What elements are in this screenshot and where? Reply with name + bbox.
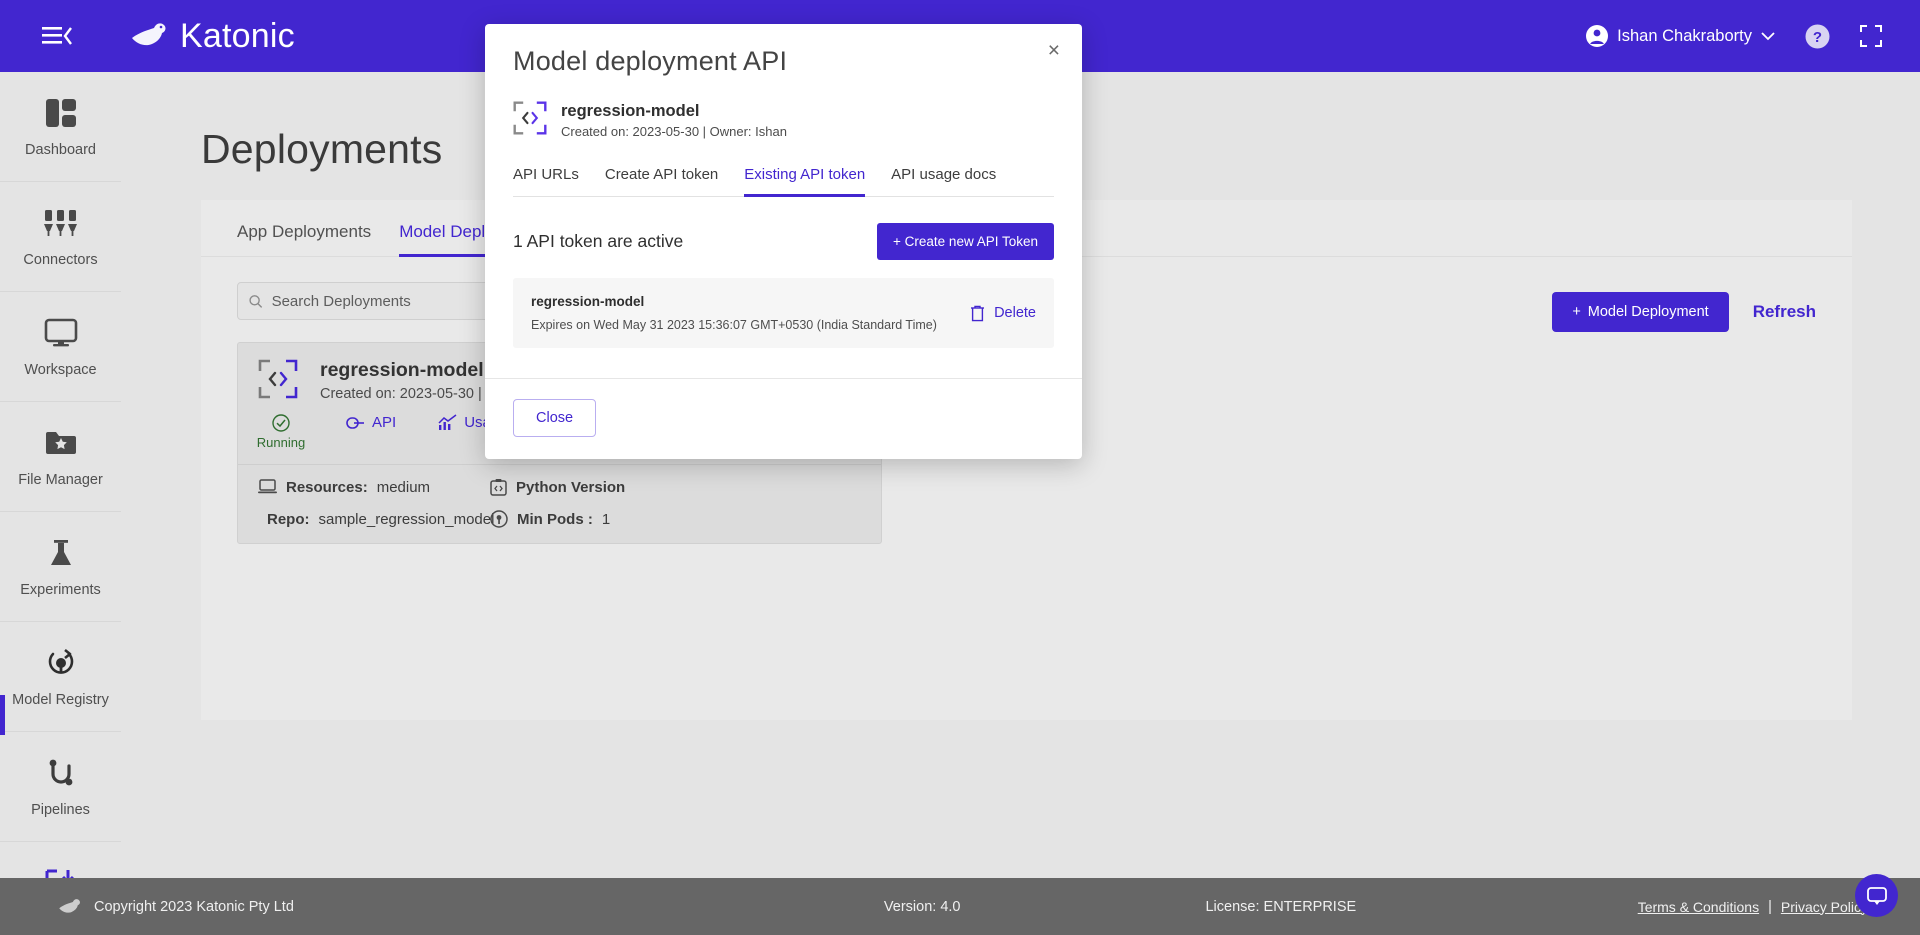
code-brackets-icon	[258, 359, 304, 404]
plus-icon: +	[1572, 304, 1581, 320]
flask-icon	[46, 535, 76, 571]
meta-min-pods: Min Pods : 1	[490, 510, 861, 528]
footer-license: License: ENTERPRISE	[1205, 898, 1357, 915]
sidebar-item-label: Workspace	[24, 362, 97, 378]
tab-create-api-token[interactable]: Create API token	[605, 166, 718, 197]
close-x-icon[interactable]: ×	[1048, 40, 1060, 61]
meta-min-pods-value: 1	[601, 510, 611, 528]
user-name: Ishan Chakraborty	[1617, 26, 1752, 45]
sidebar-item-label: Experiments	[20, 582, 101, 598]
sidebar-item-label: Model Registry	[12, 692, 109, 708]
meta-min-pods-key: Min Pods :	[517, 510, 593, 528]
modal-deployment-summary: regression-model Created on: 2023-05-30 …	[513, 77, 1054, 140]
code-square-icon	[490, 479, 507, 496]
check-circle-icon	[272, 414, 290, 432]
close-modal-button[interactable]: Close	[513, 399, 597, 437]
chart-icon	[438, 414, 457, 430]
meta-resources-value: medium	[376, 478, 431, 496]
meta-python-version: Python Version	[490, 478, 861, 496]
sidebar-item-model-registry[interactable]: Model Registry	[0, 622, 121, 732]
trash-icon	[971, 305, 985, 321]
kangaroo-logo-icon	[132, 23, 166, 46]
model-deployment-api-modal: Model deployment API × regression-model …	[485, 24, 1082, 459]
code-brackets-icon	[513, 101, 547, 140]
meta-repo-key: Repo:	[267, 510, 310, 528]
delete-token-button[interactable]: Delete	[970, 305, 1036, 322]
svg-text:?: ?	[1813, 29, 1822, 46]
modal-tabs: API URLs Create API token Existing API t…	[513, 166, 1054, 197]
modal-deployment-subtitle: Created on: 2023-05-30 | Owner: Ishan	[561, 124, 787, 139]
chevron-down-icon	[1761, 31, 1775, 40]
add-model-deployment-button[interactable]: + Model Deployment	[1552, 292, 1729, 332]
hamburger-collapse-icon[interactable]	[42, 25, 72, 47]
footer-copyright: Copyright 2023 Katonic Pty Ltd	[94, 898, 294, 915]
connectors-plugs-icon	[43, 205, 79, 241]
pipelines-icon	[46, 755, 76, 791]
avatar-icon	[1586, 25, 1609, 47]
fullscreen-icon[interactable]	[1860, 25, 1882, 47]
link-icon	[346, 416, 364, 429]
pods-icon	[490, 510, 508, 528]
sidebar-navigation: Dashboard Connectors Workspace File Mana…	[0, 72, 121, 935]
create-new-api-token-button[interactable]: + Create new API Token	[877, 223, 1054, 260]
sidebar-item-dashboard[interactable]: Dashboard	[0, 72, 121, 182]
add-model-deployment-label: Model Deployment	[1587, 304, 1709, 320]
meta-repo: Repo: sample_regression_model	[258, 510, 494, 528]
search-input[interactable]	[271, 292, 486, 310]
meta-resources-key: Resources:	[286, 478, 368, 496]
monitor-icon	[44, 315, 78, 351]
delete-token-label: Delete	[994, 305, 1036, 321]
refresh-button[interactable]: Refresh	[1753, 302, 1816, 322]
meta-resources: Resources: medium	[258, 478, 478, 496]
api-action-label: API	[372, 414, 397, 431]
deployment-meta: Resources: medium Python Version Repo: s…	[238, 464, 881, 543]
terms-and-conditions-link[interactable]: Terms & Conditions	[1638, 899, 1759, 915]
tab-app-deployments[interactable]: App Deployments	[237, 222, 371, 257]
sidebar-item-label: File Manager	[18, 472, 103, 488]
sidebar-item-experiments[interactable]: Experiments	[0, 512, 121, 622]
search-icon	[249, 294, 263, 308]
sidebar-scroll-accent	[0, 695, 5, 735]
token-expiry: Expires on Wed May 31 2023 15:36:07 GMT+…	[531, 318, 937, 332]
sidebar-item-label: Pipelines	[31, 802, 90, 818]
status-badge: Running	[256, 414, 306, 450]
token-count-text: 1 API token are active	[513, 231, 684, 251]
footer-separator: |	[1768, 898, 1772, 915]
sidebar-item-label: Connectors	[23, 252, 98, 268]
help-circle-icon[interactable]: ?	[1805, 24, 1830, 49]
modal-deployment-name: regression-model	[561, 102, 700, 120]
folder-star-icon	[44, 425, 78, 461]
kangaroo-logo-icon	[59, 898, 80, 913]
user-menu[interactable]: Ishan Chakraborty	[1586, 25, 1775, 47]
meta-repo-value: sample_regression_model	[318, 510, 495, 528]
footer-version: Version: 4.0	[883, 898, 961, 915]
token-name: regression-model	[531, 294, 645, 309]
chat-bubble-icon[interactable]	[1855, 874, 1898, 917]
dashboard-grid-icon	[45, 95, 77, 131]
tab-api-urls[interactable]: API URLs	[513, 166, 579, 197]
sidebar-item-label: Dashboard	[25, 142, 96, 158]
meta-python-version-key: Python Version	[516, 478, 626, 496]
laptop-icon	[258, 479, 277, 494]
brand-name: Katonic	[180, 16, 295, 55]
status-label: Running	[256, 435, 306, 450]
sidebar-item-connectors[interactable]: Connectors	[0, 182, 121, 292]
tab-existing-api-token[interactable]: Existing API token	[744, 166, 866, 197]
sidebar-item-file-manager[interactable]: File Manager	[0, 402, 121, 512]
api-action-button[interactable]: API	[346, 414, 396, 431]
sidebar-item-workspace[interactable]: Workspace	[0, 292, 121, 402]
tab-api-usage-docs[interactable]: API usage docs	[891, 166, 996, 197]
sidebar-item-pipelines[interactable]: Pipelines	[0, 732, 121, 842]
search-deployments-box[interactable]	[237, 282, 498, 320]
page-footer: Copyright 2023 Katonic Pty Ltd Version: …	[0, 878, 1920, 935]
token-list-item: regression-model Expires on Wed May 31 2…	[513, 278, 1054, 348]
modal-title: Model deployment API	[513, 46, 788, 76]
brand-logo[interactable]: Katonic	[130, 17, 295, 56]
model-registry-icon	[45, 645, 77, 681]
